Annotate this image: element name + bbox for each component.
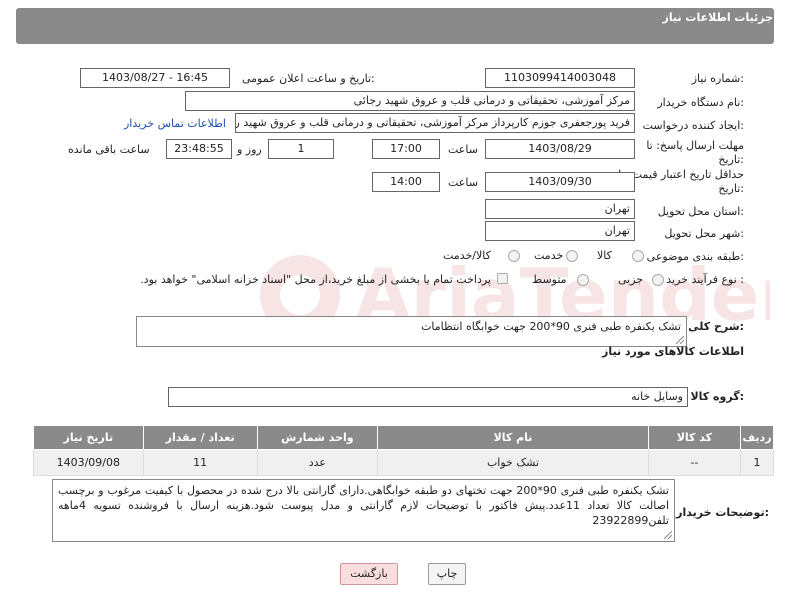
- reply-deadline-days-field[interactable]: 1: [268, 139, 334, 159]
- category-radio-goods[interactable]: [632, 250, 644, 262]
- purchase-type-option-minor: جزیی: [618, 273, 644, 286]
- col-header-need-date: تاریخ نیاز: [33, 425, 144, 450]
- table-header-row: ردیف کد کالا نام کالا واحد شمارش تعداد /…: [33, 425, 775, 450]
- col-header-item-name: نام کالا: [377, 425, 649, 450]
- buyer-org-label: نام دستگاه خریدار:: [657, 96, 744, 109]
- print-button[interactable]: چاپ: [428, 563, 466, 585]
- description-text: تشک یکنفره طبی فنری 90*200 جهت خوابگاه ا…: [421, 320, 681, 333]
- buyer-notes-label: توضیحات خریدار:: [676, 506, 769, 519]
- treasury-bonds-checkbox[interactable]: [497, 273, 508, 284]
- cell-quantity: 11: [142, 449, 258, 476]
- purchase-type-radio-minor[interactable]: [652, 274, 664, 286]
- resize-handle-icon[interactable]: [664, 531, 672, 539]
- category-option-goods-service: کالا/خدمت: [443, 249, 491, 262]
- items-table: ردیف کد کالا نام کالا واحد شمارش تعداد /…: [33, 425, 775, 476]
- cell-item-code: --: [647, 449, 741, 476]
- city-label: شهر محل تحویل:: [664, 227, 744, 240]
- col-header-quantity: تعداد / مقدار: [142, 425, 258, 450]
- cell-item-name: تشک خواب: [377, 449, 649, 476]
- resize-handle-icon[interactable]: [676, 336, 684, 344]
- price-validity-date-field[interactable]: 1403/09/30: [485, 172, 635, 192]
- reply-deadline-label-date: تاریخ:: [718, 153, 744, 166]
- province-field[interactable]: تهران: [485, 199, 635, 219]
- cell-unit: عدد: [256, 449, 379, 476]
- purchase-type-label: نوع فرآیند خرید :: [666, 273, 744, 286]
- reply-deadline-time-label: ساعت: [448, 143, 478, 156]
- price-validity-label: حداقل تاریخ اعتبار قیمت: تا: [618, 168, 744, 181]
- remaining-time-field[interactable]: 23:48:55: [166, 139, 232, 159]
- category-option-goods: کالا: [597, 249, 612, 262]
- goods-group-label: گروه کالا:: [690, 390, 744, 403]
- purchase-type-radio-medium[interactable]: [577, 274, 589, 286]
- table-row[interactable]: 1 -- تشک خواب عدد 11 1403/09/08: [33, 449, 775, 476]
- category-option-service: خدمت: [534, 249, 564, 262]
- reply-deadline-label: مهلت ارسال پاسخ: تا: [646, 139, 744, 152]
- need-number-field[interactable]: 1103099414003048: [485, 68, 635, 88]
- reply-deadline-date-field[interactable]: 1403/08/29: [485, 139, 635, 159]
- cell-row-number: 1: [739, 449, 775, 476]
- goods-section-title: اطلاعات کالاهای مورد نیاز: [602, 345, 744, 358]
- category-radio-goods-service[interactable]: [508, 250, 520, 262]
- buyer-notes-text: تشک یکنفره طبی فنری 90*200 جهت تختهای دو…: [58, 484, 669, 527]
- page-title: جزئیات اطلاعات نیاز: [662, 11, 774, 24]
- need-number-label: شماره نیاز:: [691, 72, 744, 85]
- buyer-notes-textarea[interactable]: تشک یکنفره طبی فنری 90*200 جهت تختهای دو…: [52, 479, 675, 542]
- buyer-org-field[interactable]: مرکز آموزشی، تحقیقاتی و درمانی قلب و عرو…: [185, 91, 635, 111]
- announce-datetime-field[interactable]: 1403/08/27 - 16:45: [80, 68, 230, 88]
- requester-label: ایجاد کننده درخواست:: [642, 119, 744, 132]
- requester-field[interactable]: فرید پورجعفری جوزم کارپرداز مرکز آموزشی،…: [235, 113, 635, 133]
- back-button[interactable]: بازگشت: [340, 563, 398, 585]
- announce-datetime-label: تاریخ و ساعت اعلان عمومی:: [242, 72, 375, 85]
- category-radio-service[interactable]: [566, 250, 578, 262]
- price-validity-time-field[interactable]: 14:00: [372, 172, 440, 192]
- description-textarea[interactable]: تشک یکنفره طبی فنری 90*200 جهت خوابگاه ا…: [136, 316, 687, 347]
- col-header-item-code: کد کالا: [647, 425, 741, 450]
- city-field[interactable]: تهران: [485, 221, 635, 241]
- col-header-unit: واحد شمارش: [256, 425, 379, 450]
- reply-deadline-time-field[interactable]: 17:00: [372, 139, 440, 159]
- buyer-contact-link[interactable]: اطلاعات تماس خریدار: [124, 117, 226, 130]
- remaining-time-label: ساعت باقی مانده: [68, 143, 150, 156]
- goods-group-field[interactable]: وسایل خانه: [168, 387, 688, 407]
- cell-need-date: 1403/09/08: [33, 449, 144, 476]
- col-header-row-number: ردیف: [739, 425, 775, 450]
- province-label: استان محل تحویل:: [657, 205, 744, 218]
- price-validity-label-date: تاریخ:: [718, 182, 744, 195]
- purchase-type-option-medium: متوسط: [532, 273, 567, 286]
- price-validity-time-label: ساعت: [448, 176, 478, 189]
- category-label: طبقه بندی موضوعی:: [646, 250, 744, 263]
- treasury-bonds-note: پرداخت تمام یا بخشی از مبلغ خرید،از محل …: [140, 273, 491, 286]
- page-header: [16, 8, 774, 44]
- reply-deadline-days-label: روز و: [237, 143, 262, 156]
